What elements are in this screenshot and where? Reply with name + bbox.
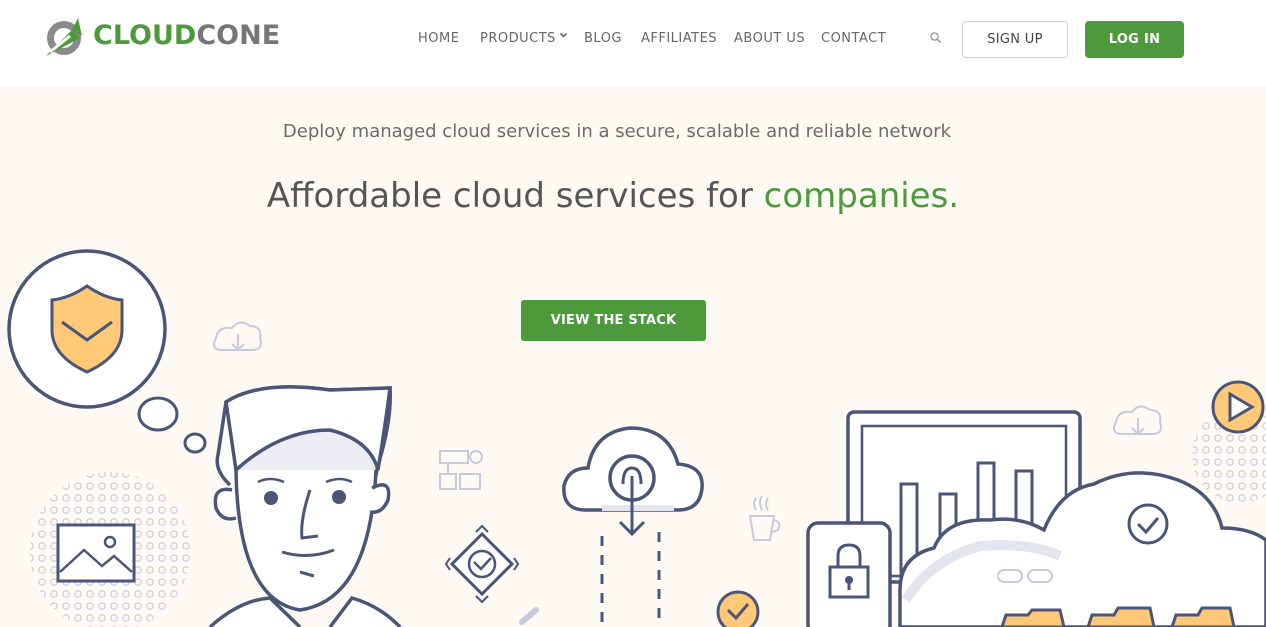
cloud-download-icon [213, 321, 262, 352]
view-the-stack-button[interactable]: VIEW THE STACK [521, 300, 706, 341]
image-icon [56, 523, 136, 583]
check-circle-icon [716, 590, 760, 627]
link-icon-bottom [519, 607, 539, 625]
thought-bubble-shield-icon [7, 249, 207, 454]
flowchart-icon [439, 450, 483, 490]
diamond-check-icon [444, 524, 520, 604]
phone-padlock-icon [806, 521, 892, 627]
play-icon [1211, 380, 1265, 434]
cloud-download-icon-right [1113, 405, 1162, 436]
person-illustration [208, 385, 402, 627]
coffee-cup-icon [748, 495, 781, 541]
cloud-upload-icon [562, 426, 704, 627]
